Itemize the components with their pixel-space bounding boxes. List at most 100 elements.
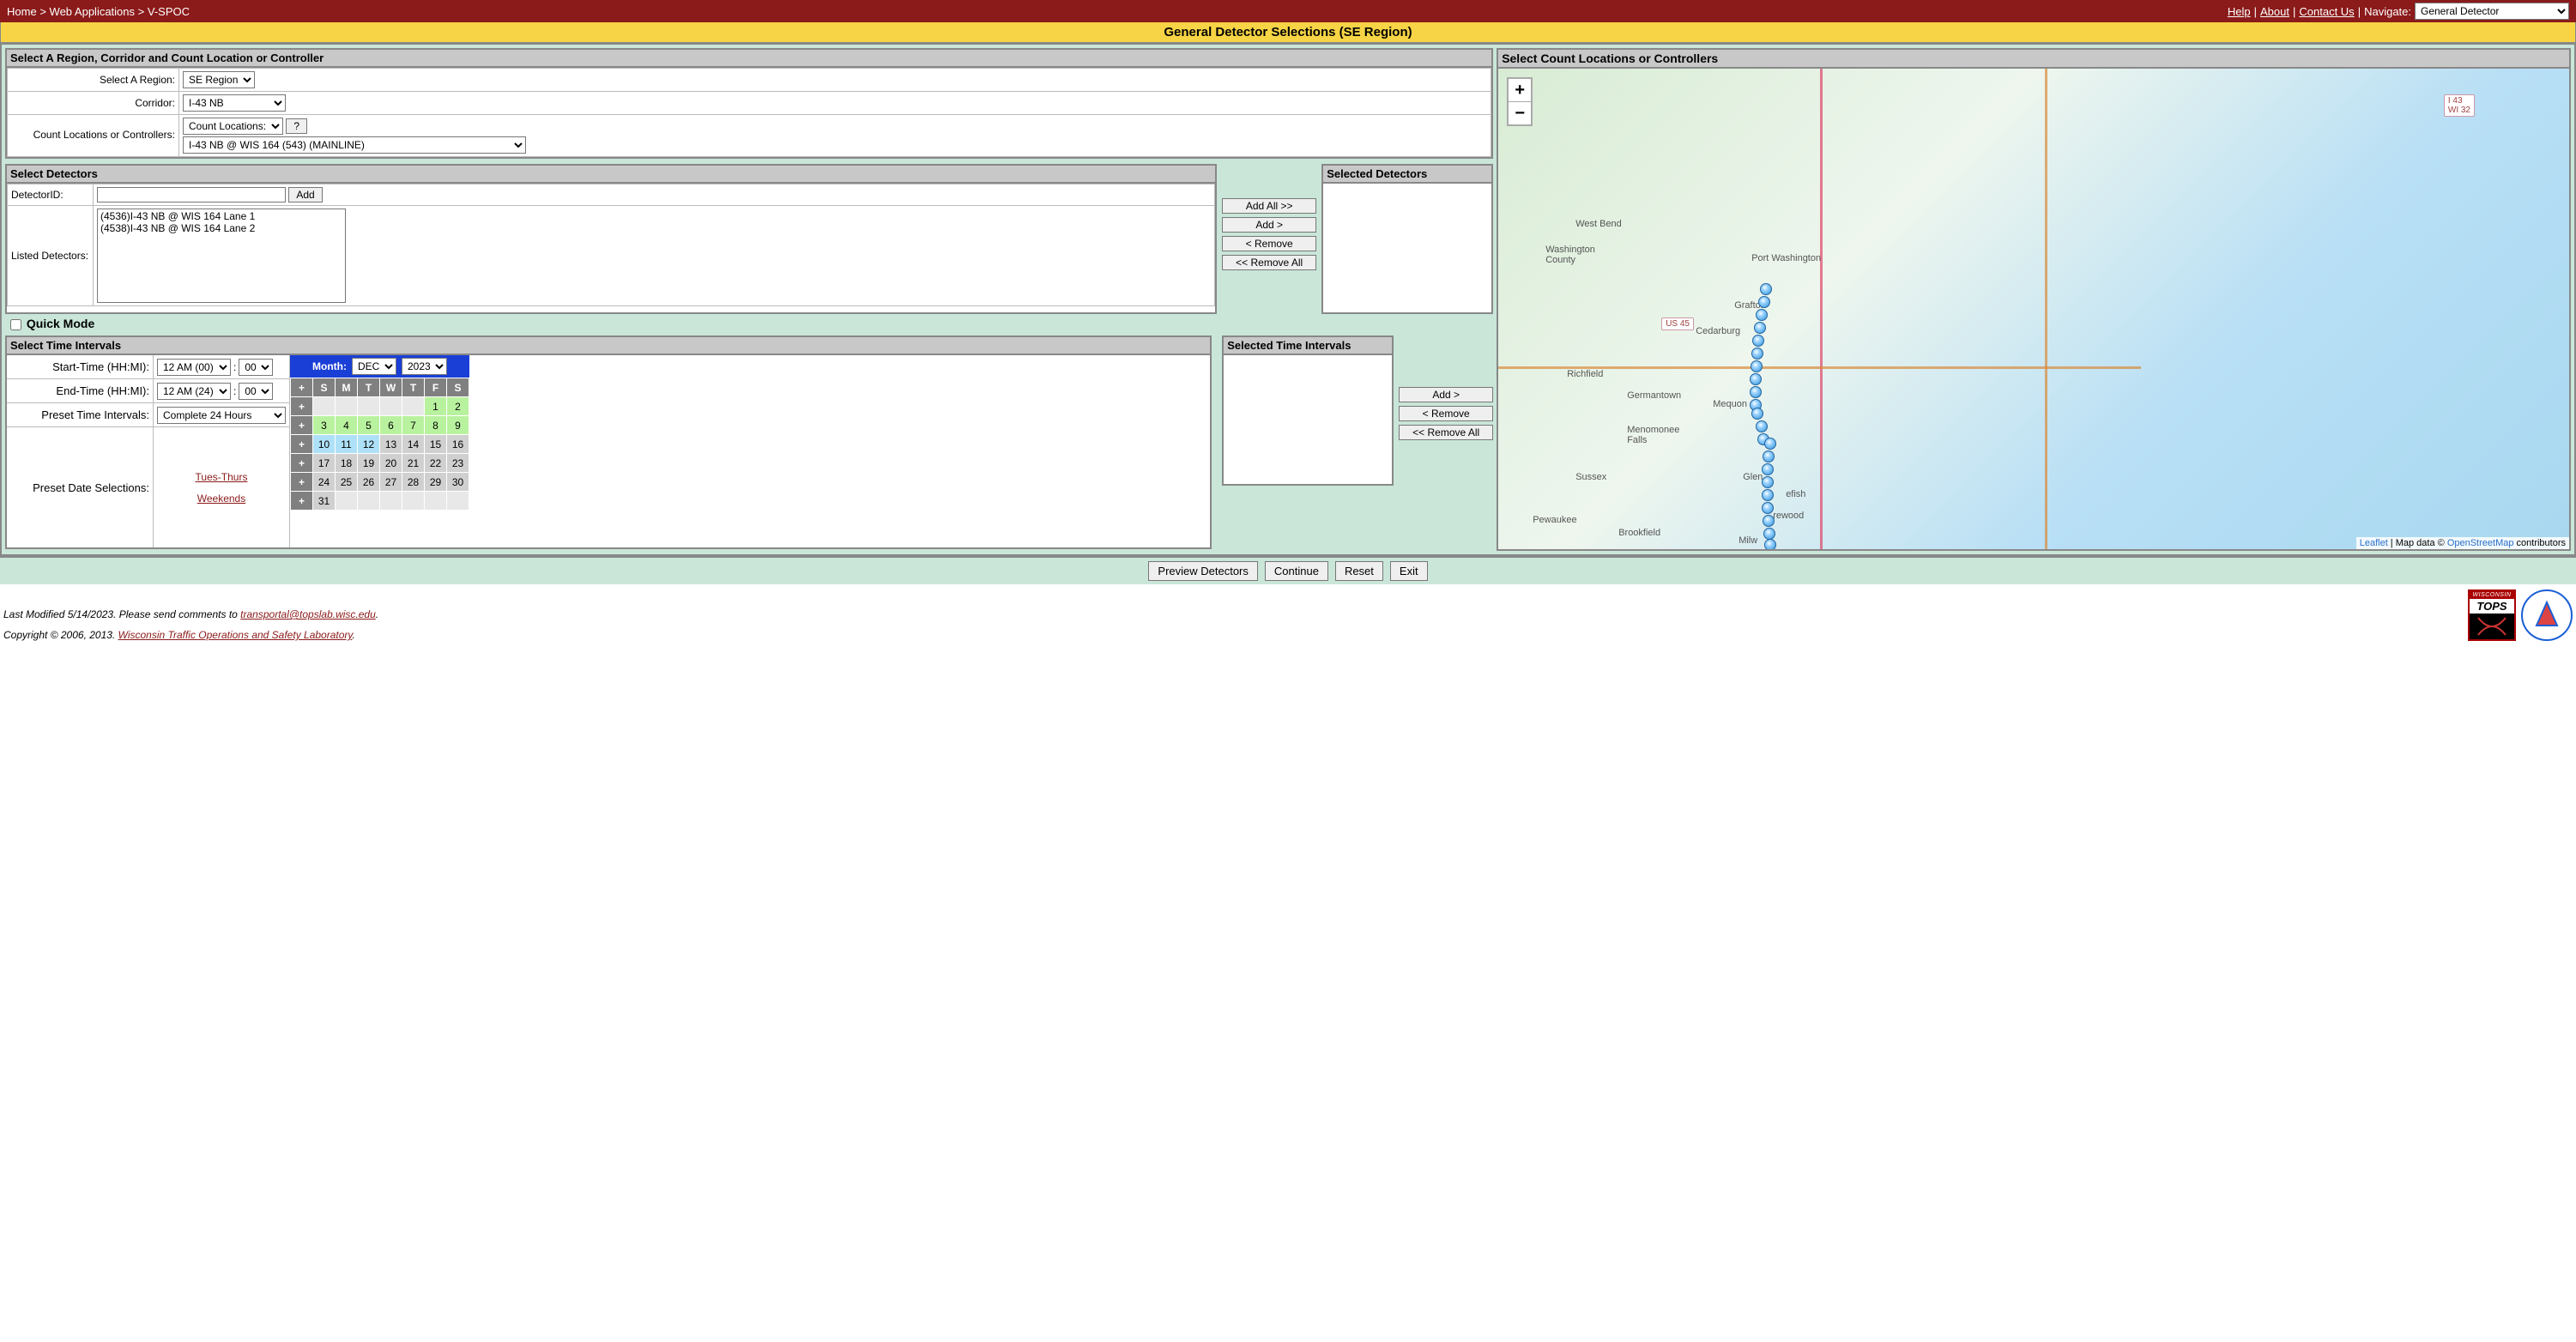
map-marker[interactable]	[1763, 450, 1775, 462]
contact-link[interactable]: Contact Us	[2299, 5, 2354, 18]
map-marker[interactable]	[1760, 283, 1772, 295]
page-title: General Detector Selections (SE Region)	[0, 22, 2576, 43]
map-marker[interactable]	[1762, 463, 1774, 475]
continue-button[interactable]: Continue	[1265, 561, 1328, 581]
list-item[interactable]: (4538)I-43 NB @ WIS 164 Lane 2	[99, 222, 344, 234]
selected-time-listbox[interactable]	[1224, 355, 1391, 484]
main-area: Select A Region, Corridor and Count Loca…	[0, 43, 2576, 556]
detector-id-label: DetectorID:	[8, 184, 94, 206]
contact-email-link[interactable]: transportal@topslab.wisc.edu	[240, 608, 376, 620]
map-marker[interactable]	[1758, 296, 1770, 308]
map-marker[interactable]	[1750, 373, 1762, 385]
location-select[interactable]: I-43 NB @ WIS 164 (543) (MAINLINE)	[183, 136, 526, 154]
detector-add-button[interactable]: Add	[288, 187, 322, 203]
preset-time-label: Preset Time Intervals:	[7, 403, 153, 426]
selected-detectors-header: Selected Detectors	[1323, 166, 1491, 184]
about-link[interactable]: About	[2260, 5, 2289, 18]
footer-logos: WISCONSIN TOPS	[2468, 589, 2573, 641]
cal-plus-all[interactable]: +	[291, 378, 313, 397]
end-hour-select[interactable]: 12 AM (24)	[157, 383, 231, 400]
exit-button[interactable]: Exit	[1390, 561, 1428, 581]
start-hour-select[interactable]: 12 AM (00)	[157, 359, 231, 376]
preset-time-select[interactable]: Complete 24 Hours	[157, 407, 286, 424]
map[interactable]: + − I 43 WI 32 US 45 West Bend Washingto…	[1498, 69, 2569, 549]
listed-detectors-listbox[interactable]: (4536)I-43 NB @ WIS 164 Lane 1 (4538)I-4…	[97, 209, 346, 303]
time-remove-button[interactable]: < Remove	[1399, 406, 1493, 421]
breadcrumb-vspoc[interactable]: V-SPOC	[148, 5, 190, 18]
region-panel: Select A Region, Corridor and Count Loca…	[5, 48, 1493, 159]
month-select[interactable]: DEC	[352, 358, 396, 375]
map-marker[interactable]	[1754, 322, 1766, 334]
preset-date-label: Preset Date Selections:	[7, 427, 153, 547]
map-marker[interactable]	[1762, 476, 1774, 488]
end-min-select[interactable]: 00	[239, 383, 273, 400]
breadcrumb-webapps[interactable]: Web Applications	[50, 5, 136, 18]
start-min-select[interactable]: 00	[239, 359, 273, 376]
map-marker[interactable]	[1751, 348, 1763, 360]
bottom-button-bar: Preview Detectors Continue Reset Exit	[0, 556, 2576, 584]
map-marker[interactable]	[1763, 515, 1775, 527]
selected-time-header: Selected Time Intervals	[1224, 337, 1392, 355]
selected-time-panel: Selected Time Intervals	[1222, 336, 1394, 486]
weekends-link[interactable]: Weekends	[197, 489, 245, 508]
quick-mode-label[interactable]: Quick Mode	[7, 317, 94, 330]
map-marker[interactable]	[1763, 528, 1775, 540]
time-intervals-header: Select Time Intervals	[7, 337, 1210, 355]
detector-id-input[interactable]	[97, 187, 286, 203]
quick-mode-checkbox[interactable]	[10, 319, 21, 330]
preview-detectors-button[interactable]: Preview Detectors	[1148, 561, 1257, 581]
map-marker[interactable]	[1764, 438, 1776, 450]
breadcrumb-home[interactable]: Home	[7, 5, 37, 18]
list-item[interactable]: (4536)I-43 NB @ WIS 164 Lane 1	[99, 210, 344, 222]
zoom-control: + −	[1507, 77, 1533, 126]
tues-thurs-link[interactable]: Tues-Thurs	[196, 468, 248, 487]
map-marker[interactable]	[1751, 408, 1763, 420]
detector-mover-buttons: Add All >> Add > < Remove << Remove All	[1222, 164, 1316, 314]
breadcrumb-sep: >	[39, 5, 49, 18]
select-detectors-header: Select Detectors	[7, 166, 1215, 184]
calendar-table: + S M T W T F S +12 +3456789 +1	[290, 378, 469, 511]
detectors-row: Select Detectors DetectorID: Add Listed …	[5, 164, 1493, 314]
time-mover-column: Selected Time Intervals	[1222, 336, 1394, 549]
locations-label: Count Locations or Controllers:	[8, 115, 179, 157]
add-one-button[interactable]: Add >	[1222, 217, 1316, 233]
corridor-select[interactable]: I-43 NB	[183, 94, 286, 112]
map-marker[interactable]	[1762, 502, 1774, 514]
navigate-label: Navigate:	[2364, 5, 2411, 18]
map-marker[interactable]	[1764, 539, 1776, 549]
map-marker[interactable]	[1752, 335, 1764, 347]
time-removeall-button[interactable]: << Remove All	[1399, 425, 1493, 440]
road-shield: US 45	[1661, 317, 1694, 330]
calendar-header: Month: DEC 2023	[290, 355, 469, 378]
reset-button[interactable]: Reset	[1335, 561, 1383, 581]
selected-detectors-listbox[interactable]	[1323, 184, 1491, 312]
leaflet-link[interactable]: Leaflet	[2360, 538, 2388, 548]
calendar: Month: DEC 2023 + S M T W T	[290, 355, 469, 547]
zoom-in-button[interactable]: +	[1509, 79, 1531, 102]
tops-logo: WISCONSIN TOPS	[2468, 589, 2516, 641]
wisdot-logo	[2521, 589, 2573, 641]
zoom-out-button[interactable]: −	[1509, 102, 1531, 124]
location-help-button[interactable]: ?	[286, 118, 307, 134]
year-select[interactable]: 2023	[402, 358, 447, 375]
map-marker[interactable]	[1756, 420, 1768, 432]
region-panel-header: Select A Region, Corridor and Count Loca…	[7, 50, 1491, 68]
map-marker[interactable]	[1762, 489, 1774, 501]
map-marker[interactable]	[1751, 360, 1763, 372]
map-panel: Select Count Locations or Controllers + …	[1497, 48, 2571, 551]
top-bar: Home > Web Applications > V-SPOC Help | …	[0, 0, 2576, 22]
navigate-select[interactable]: General Detector	[2415, 3, 2569, 20]
listed-detectors-label: Listed Detectors:	[8, 206, 94, 306]
time-add-button[interactable]: Add >	[1399, 387, 1493, 402]
osm-link[interactable]: OpenStreetMap	[2447, 538, 2514, 548]
map-marker[interactable]	[1756, 309, 1768, 321]
remove-all-button[interactable]: << Remove All	[1222, 255, 1316, 270]
add-all-button[interactable]: Add All >>	[1222, 198, 1316, 214]
road-shield: I 43 WI 32	[2444, 94, 2475, 117]
remove-one-button[interactable]: < Remove	[1222, 236, 1316, 251]
map-marker[interactable]	[1750, 386, 1762, 398]
region-select[interactable]: SE Region	[183, 71, 255, 88]
lab-link[interactable]: Wisconsin Traffic Operations and Safety …	[118, 629, 353, 641]
help-link[interactable]: Help	[2228, 5, 2251, 18]
location-type-select[interactable]: Count Locations:	[183, 118, 283, 135]
